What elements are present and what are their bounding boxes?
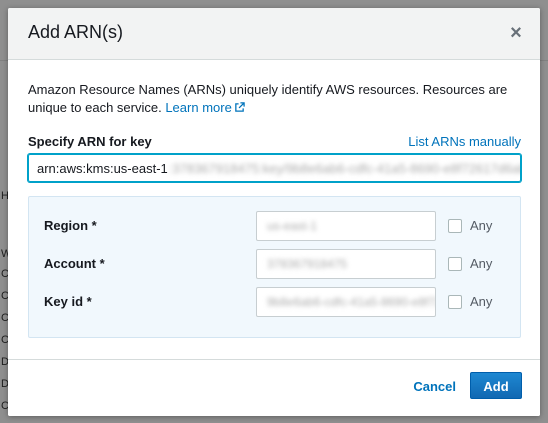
region-row: Region * us-east-1 Any <box>29 211 520 241</box>
list-arns-manually-link[interactable]: List ARNs manually <box>408 134 521 149</box>
add-arn-dialog: Add ARN(s) × Amazon Resource Names (ARNs… <box>8 8 540 416</box>
arn-input[interactable]: arn:aws:kms:us-east-1:378367918475:key/9… <box>28 154 521 182</box>
region-any-checkbox[interactable] <box>448 219 462 233</box>
dialog-header: Add ARN(s) × <box>8 8 540 60</box>
dialog-footer: Cancel Add <box>8 359 540 416</box>
key-id-row: Key id * 9b8e6ab6-cdfc-41a5-8690-e8f7261… <box>29 287 520 317</box>
dialog-description: Amazon Resource Names (ARNs) uniquely id… <box>28 81 521 117</box>
account-any-label: Any <box>470 256 493 271</box>
arn-input-redacted-value: :378367918475:key/9b8e6ab6-cdfc-41a5-869… <box>168 160 521 176</box>
region-input[interactable]: us-east-1 <box>256 211 436 241</box>
account-input[interactable]: 378367918475 <box>256 249 436 279</box>
region-any-label: Any <box>470 218 493 233</box>
learn-more-link[interactable]: Learn more <box>165 100 245 115</box>
arn-label-row: Specify ARN for key List ARNs manually <box>28 133 521 151</box>
learn-more-label: Learn more <box>165 100 232 115</box>
dialog-body: Amazon Resource Names (ARNs) uniquely id… <box>28 60 521 338</box>
key-id-label: Key id * <box>44 294 92 309</box>
account-any-checkbox[interactable] <box>448 257 462 271</box>
external-link-icon <box>235 102 245 112</box>
key-id-any-checkbox[interactable] <box>448 295 462 309</box>
arn-field-label: Specify ARN for key <box>28 134 152 149</box>
account-value: 378367918475 <box>267 257 348 271</box>
close-icon[interactable]: × <box>506 22 526 44</box>
key-id-any-label: Any <box>470 294 493 309</box>
account-row: Account * 378367918475 Any <box>29 249 520 279</box>
add-button[interactable]: Add <box>470 372 522 399</box>
description-text: Amazon Resource Names (ARNs) uniquely id… <box>28 82 508 115</box>
arn-input-value: arn:aws:kms:us-east-1 <box>37 160 168 176</box>
key-id-input[interactable]: 9b8e6ab6-cdfc-41a5-8690-e8f72617d6ab <box>256 287 436 317</box>
region-value: us-east-1 <box>267 219 318 233</box>
dialog-title: Add ARN(s) <box>28 22 124 42</box>
key-id-value: 9b8e6ab6-cdfc-41a5-8690-e8f72617d6ab <box>267 295 436 309</box>
arn-components-panel: Region * us-east-1 Any Account * 3783679… <box>28 196 521 338</box>
cancel-button[interactable]: Cancel <box>413 379 456 394</box>
account-label: Account * <box>44 256 105 271</box>
region-label: Region * <box>44 218 97 233</box>
